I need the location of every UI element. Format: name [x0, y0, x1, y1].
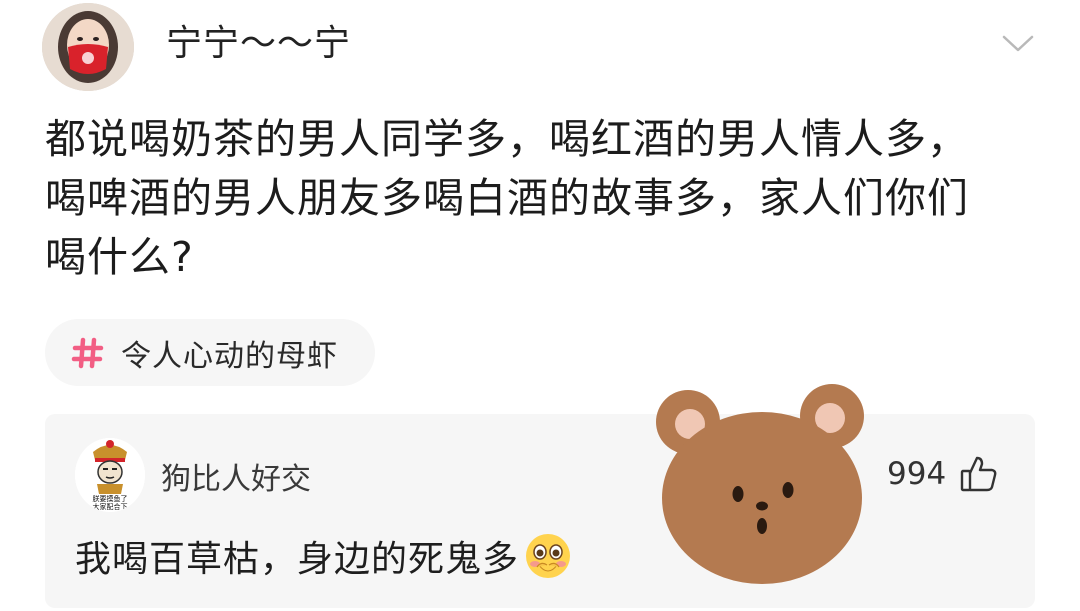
comment-avatar[interactable]: 朕要摸鱼了 大家配合下 [75, 438, 145, 512]
chevron-down-icon[interactable] [1000, 28, 1036, 58]
comment-text: 我喝百草枯，身边的死鬼多 [75, 539, 520, 580]
user-avatar[interactable] [42, 3, 134, 91]
pleading-face-emoji-icon [523, 531, 573, 581]
avatar-caption-line2: 大家配合下 [93, 502, 128, 511]
like-count: 994 [887, 456, 947, 492]
topic-label: 令人心动的母虾 [121, 338, 338, 374]
bear-sticker [652, 380, 870, 588]
hash-icon [71, 336, 105, 370]
thumbs-up-icon[interactable] [959, 454, 999, 494]
post-text: 都说喝奶茶的男人同学多，喝红酒的男人情人多， 喝啤酒的男人朋友多喝白酒的故事多，… [45, 115, 969, 281]
comment-username[interactable]: 狗比人好交 [161, 454, 311, 498]
comment-card[interactable]: 朕要摸鱼了 大家配合下 狗比人好交 994 我喝百草枯，身边的死鬼多 [45, 414, 1035, 608]
topic-chip[interactable]: 令人心动的母虾 [45, 319, 375, 386]
post-username[interactable]: 宁宁～～宁 [166, 18, 351, 70]
avatar-image [42, 3, 134, 91]
avatar-caption-line1: 朕要摸鱼了 [93, 494, 128, 503]
emperor-meme-image: 朕要摸鱼了 大家配合下 [75, 438, 145, 512]
comment-text-row: 我喝百草枯，身边的死鬼多 [75, 530, 573, 582]
